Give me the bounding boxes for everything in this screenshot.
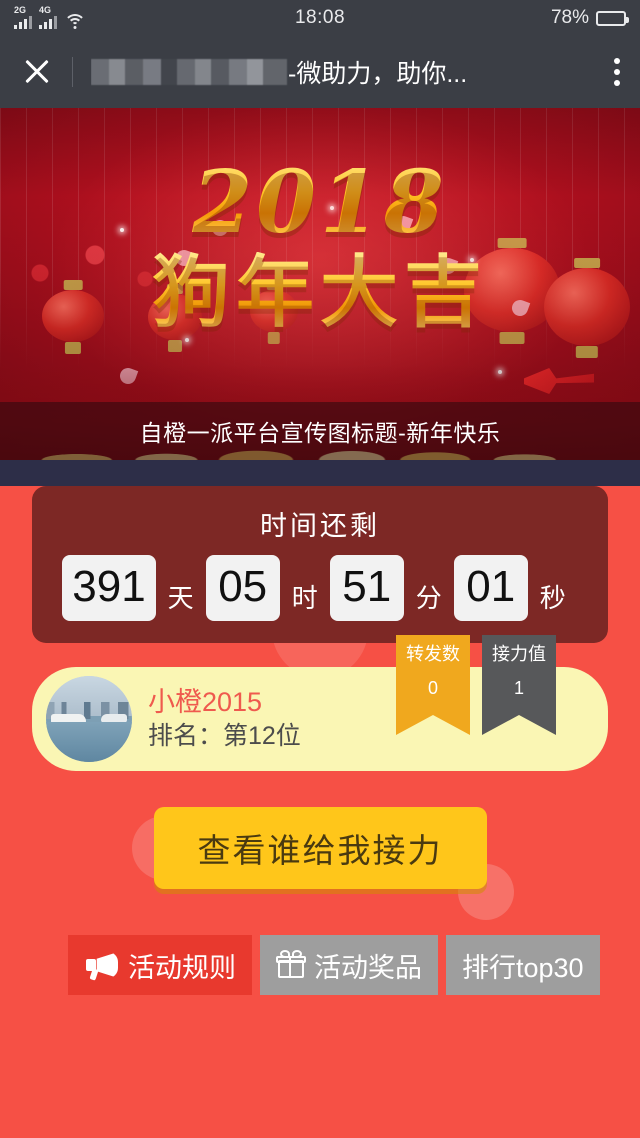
banner-wish-text: 狗年大吉 bbox=[0, 252, 640, 334]
user-card[interactable]: 小橙2015 排名：第12位 转发数 0 接力值 1 bbox=[32, 635, 608, 771]
countdown-title: 时间还剩 bbox=[260, 511, 380, 541]
countdown-seconds-unit: 秒 bbox=[539, 583, 566, 613]
redacted-title-mosaic bbox=[91, 59, 287, 85]
banner-year-text: 2018 bbox=[0, 160, 640, 246]
megaphone-icon bbox=[84, 951, 120, 981]
countdown-hours-value: 05 bbox=[205, 555, 280, 621]
countdown-days-value: 391 bbox=[62, 555, 156, 621]
page-title-text: -微助力，助你... bbox=[288, 60, 468, 88]
user-name: 小橙2015 bbox=[148, 686, 263, 717]
gift-icon bbox=[276, 950, 306, 979]
countdown-minutes-unit: 分 bbox=[415, 583, 442, 613]
tab-activity-rules[interactable]: 活动规则 bbox=[68, 935, 252, 995]
banner-caption: 自橙一派平台宣传图标题-新年快乐 bbox=[0, 402, 640, 460]
tab-bar: 活动规则 活动奖品 排行top30 bbox=[68, 935, 640, 995]
title-bar-divider bbox=[72, 57, 73, 87]
tab-label: 活动奖品 bbox=[314, 952, 422, 983]
more-vertical-icon[interactable] bbox=[614, 58, 620, 86]
user-rank: 排名：第12位 bbox=[148, 721, 301, 750]
battery-percent-label: 78% bbox=[550, 7, 589, 28]
badge-label: 转发数 bbox=[406, 644, 460, 664]
user-info: 小橙2015 排名：第12位 bbox=[148, 686, 301, 752]
tab-label: 排行top30 bbox=[462, 952, 584, 983]
tab-ranking-top30[interactable]: 排行top30 bbox=[446, 935, 600, 995]
page-title: -微助力，助你... bbox=[91, 54, 467, 90]
cta-area: 查看谁给我接力 bbox=[0, 807, 640, 889]
badge-forward-count: 转发数 0 bbox=[396, 635, 470, 735]
countdown-card: 时间还剩 391 天 05 时 51 分 01 秒 bbox=[32, 486, 608, 643]
view-relay-button[interactable]: 查看谁给我接力 bbox=[153, 807, 487, 889]
badge-label: 接力值 bbox=[492, 644, 546, 664]
app-screen: 2G 4G 18:08 78% -微助力，助你... 2018 狗年大吉 自橙一… bbox=[0, 0, 640, 1138]
tab-label: 活动规则 bbox=[128, 952, 236, 983]
status-bar-clock: 18:08 bbox=[294, 7, 346, 28]
countdown-days-unit: 天 bbox=[167, 583, 194, 613]
badge-value: 0 bbox=[427, 677, 438, 698]
countdown-seconds-value: 01 bbox=[453, 555, 528, 621]
status-bar-right: 78% bbox=[550, 7, 629, 29]
countdown-hours-unit: 时 bbox=[291, 583, 318, 613]
avatar bbox=[46, 676, 132, 762]
status-bar: 2G 4G 18:08 78% bbox=[0, 0, 640, 36]
badge-value: 1 bbox=[513, 677, 524, 698]
badge-group: 转发数 0 接力值 1 bbox=[396, 635, 556, 735]
banner-artwork: 2018 狗年大吉 bbox=[0, 160, 640, 334]
promo-banner[interactable]: 2018 狗年大吉 自橙一派平台宣传图标题-新年快乐 bbox=[0, 108, 640, 460]
countdown-minutes-value: 51 bbox=[329, 555, 404, 621]
tab-activity-prizes[interactable]: 活动奖品 bbox=[260, 935, 438, 995]
close-icon[interactable] bbox=[20, 55, 54, 89]
main-content: 时间还剩 391 天 05 时 51 分 01 秒 小橙2015 排名：第12位 bbox=[0, 486, 640, 1138]
title-bar: -微助力，助你... bbox=[0, 36, 640, 108]
badge-relay-value: 接力值 1 bbox=[482, 635, 556, 735]
countdown-row: 391 天 05 时 51 分 01 秒 bbox=[32, 555, 608, 621]
battery-icon bbox=[596, 10, 629, 26]
